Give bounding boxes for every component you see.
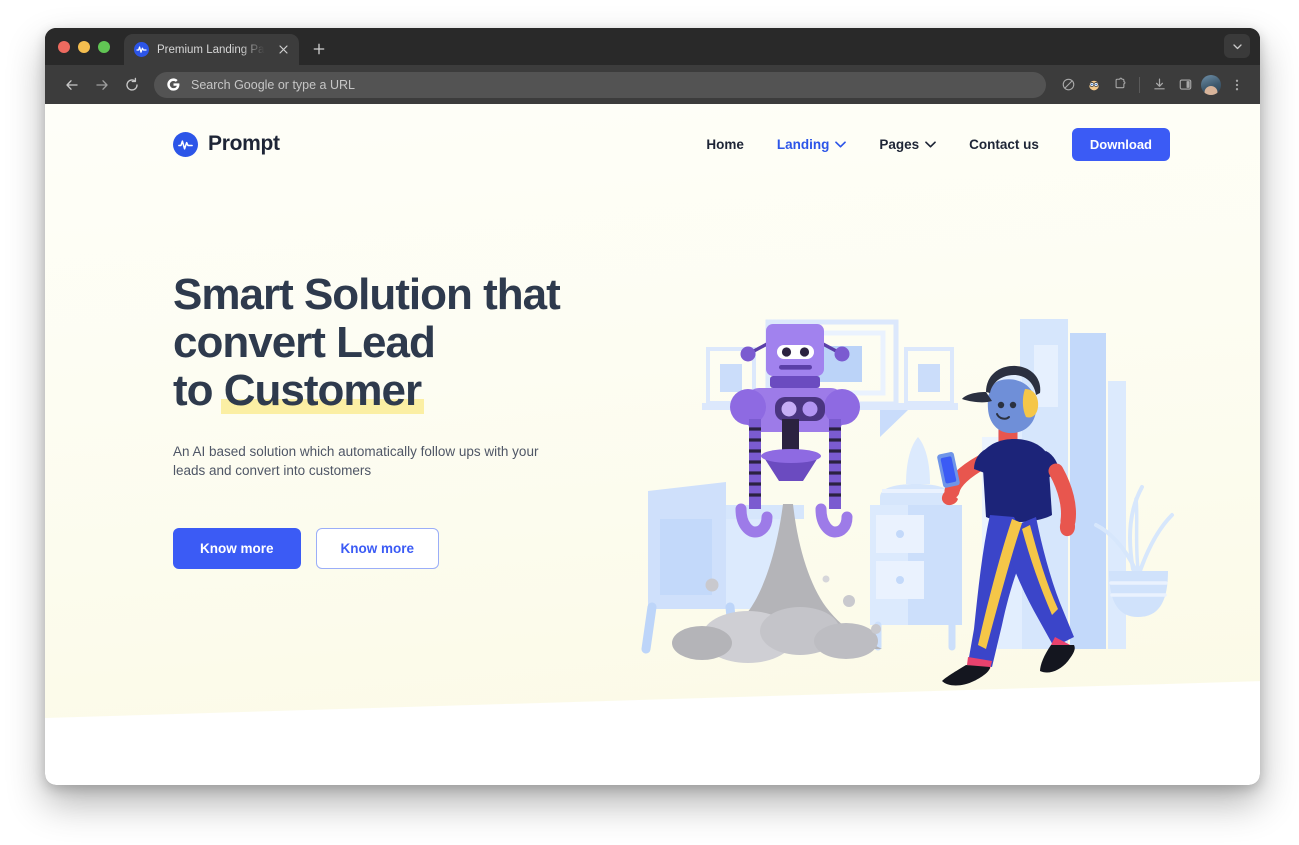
nav-item-pages[interactable]: Pages bbox=[879, 137, 936, 152]
profile-avatar-icon[interactable] bbox=[1198, 72, 1224, 98]
hero-heading-line-2: convert Lead bbox=[173, 317, 436, 367]
robot-and-person-illustration bbox=[641, 319, 1174, 686]
reload-button[interactable] bbox=[117, 70, 147, 100]
hero-heading-highlight: Customer bbox=[220, 365, 425, 415]
nav-item-label: Pages bbox=[879, 136, 920, 152]
nav-item-landing[interactable]: Landing bbox=[777, 137, 847, 152]
brand-name: Prompt bbox=[208, 132, 280, 155]
extension-puzzle-icon[interactable] bbox=[1107, 72, 1133, 98]
browser-window: Premium Landing Pages | Pro bbox=[45, 28, 1260, 785]
hero-heading-line-1: Smart Solution that bbox=[173, 270, 561, 319]
robot-right-leg bbox=[815, 419, 853, 538]
kebab-menu-icon[interactable] bbox=[1224, 72, 1250, 98]
potted-plant bbox=[1094, 485, 1174, 617]
arrow-left-icon bbox=[66, 79, 78, 90]
hero-subtitle: An AI based solution which automatically… bbox=[173, 443, 539, 479]
hero-heading: Smart Solution that convert Lead to Cust… bbox=[173, 271, 593, 415]
avatar bbox=[1201, 74, 1221, 95]
flying-robot bbox=[730, 324, 860, 538]
toolbar-divider bbox=[1139, 76, 1140, 93]
prompt-logo-icon bbox=[134, 42, 149, 57]
window-minimize-button[interactable] bbox=[78, 40, 90, 53]
primary-nav: Home Landing Pages Contact us Download bbox=[706, 127, 1170, 161]
tab-strip: Premium Landing Pages | Pro bbox=[45, 28, 1260, 65]
profile-emoji-icon[interactable] bbox=[1081, 72, 1107, 98]
hero-primary-button[interactable]: Know more bbox=[173, 527, 301, 569]
hero-heading-line-3-prefix: to bbox=[173, 365, 224, 415]
page-viewport: Prompt Home Landing Pages Contact us Dow… bbox=[45, 104, 1260, 785]
download-button[interactable]: Download bbox=[1071, 127, 1170, 161]
browser-tab-title: Premium Landing Pages | Pro bbox=[157, 43, 267, 56]
site-navbar: Prompt Home Landing Pages Contact us Dow… bbox=[45, 104, 1260, 184]
hero-content: Smart Solution that convert Lead to Cust… bbox=[173, 271, 593, 569]
browser-toolbar: Search Google or type a URL bbox=[45, 65, 1260, 104]
tab-search-button[interactable] bbox=[1224, 34, 1250, 58]
hero-illustration bbox=[630, 319, 1200, 689]
window-traffic-lights bbox=[58, 28, 110, 65]
download-icon[interactable] bbox=[1146, 72, 1172, 98]
plus-icon bbox=[313, 43, 325, 55]
nav-item-contact-us[interactable]: Contact us bbox=[969, 137, 1039, 152]
new-tab-button[interactable] bbox=[305, 35, 333, 63]
nav-item-label: Landing bbox=[776, 136, 830, 152]
google-g-icon bbox=[166, 78, 180, 92]
forward-button[interactable] bbox=[87, 70, 117, 100]
address-bar-placeholder: Search Google or type a URL bbox=[191, 77, 355, 92]
reload-icon bbox=[126, 77, 138, 91]
browser-tab[interactable]: Premium Landing Pages | Pro bbox=[124, 34, 299, 65]
back-button[interactable] bbox=[57, 70, 87, 100]
nav-item-home[interactable]: Home bbox=[706, 137, 744, 152]
nav-item-label: Home bbox=[706, 136, 744, 152]
arrow-right-icon bbox=[96, 79, 108, 90]
chevron-down-icon bbox=[1232, 43, 1242, 49]
window-close-button[interactable] bbox=[58, 40, 70, 53]
brand-logo[interactable]: Prompt bbox=[173, 131, 280, 157]
waveform-logo-icon bbox=[173, 131, 198, 157]
window-maximize-button[interactable] bbox=[98, 40, 110, 53]
chevron-down-icon bbox=[925, 140, 936, 148]
side-panel-icon[interactable] bbox=[1172, 72, 1198, 98]
tracking-protection-icon[interactable] bbox=[1055, 72, 1081, 98]
close-icon[interactable] bbox=[275, 42, 291, 58]
hero-actions: Know more Know more bbox=[173, 527, 593, 569]
chevron-down-icon bbox=[835, 140, 847, 148]
nav-item-label: Contact us bbox=[969, 136, 1039, 152]
address-bar[interactable]: Search Google or type a URL bbox=[154, 71, 1046, 98]
hero-secondary-button[interactable]: Know more bbox=[315, 527, 440, 569]
